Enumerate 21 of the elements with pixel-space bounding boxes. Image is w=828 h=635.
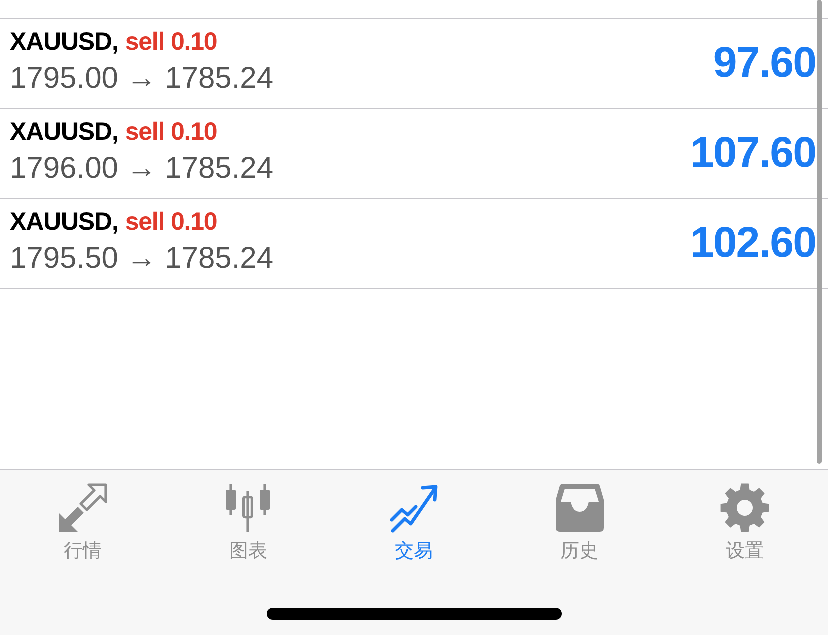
tab[interactable]: 交易 xyxy=(388,483,439,563)
price-change-text: 1795.50 → 1785.24 xyxy=(10,241,274,277)
tab[interactable]: 设置 xyxy=(720,483,770,563)
trend-arrow-icon xyxy=(388,483,439,533)
symbol-label: XAUUSD, xyxy=(10,27,118,57)
tab[interactable]: 图表 xyxy=(223,483,274,563)
order-type-label: sell 0.10 xyxy=(125,27,218,57)
tab[interactable]: 历史 xyxy=(554,483,605,563)
price-change-text: 1795.00 → 1785.24 xyxy=(10,61,274,97)
settings-icon xyxy=(720,483,770,533)
symbol-label: XAUUSD, xyxy=(10,117,118,147)
double-arrow-icon xyxy=(58,483,108,533)
order-type-label: sell 0.10 xyxy=(125,117,218,147)
order-type-label: sell 0.10 xyxy=(125,207,218,237)
inbox-tray-icon xyxy=(554,483,605,533)
profit-value: 102.60 xyxy=(690,219,816,267)
tab[interactable]: 行情 xyxy=(58,483,108,563)
price-change-text: 1796.00 → 1785.24 xyxy=(10,151,274,187)
profit-value: 107.60 xyxy=(690,129,816,177)
symbol-label: XAUUSD, xyxy=(10,207,118,237)
profit-value: 97.60 xyxy=(713,39,816,87)
